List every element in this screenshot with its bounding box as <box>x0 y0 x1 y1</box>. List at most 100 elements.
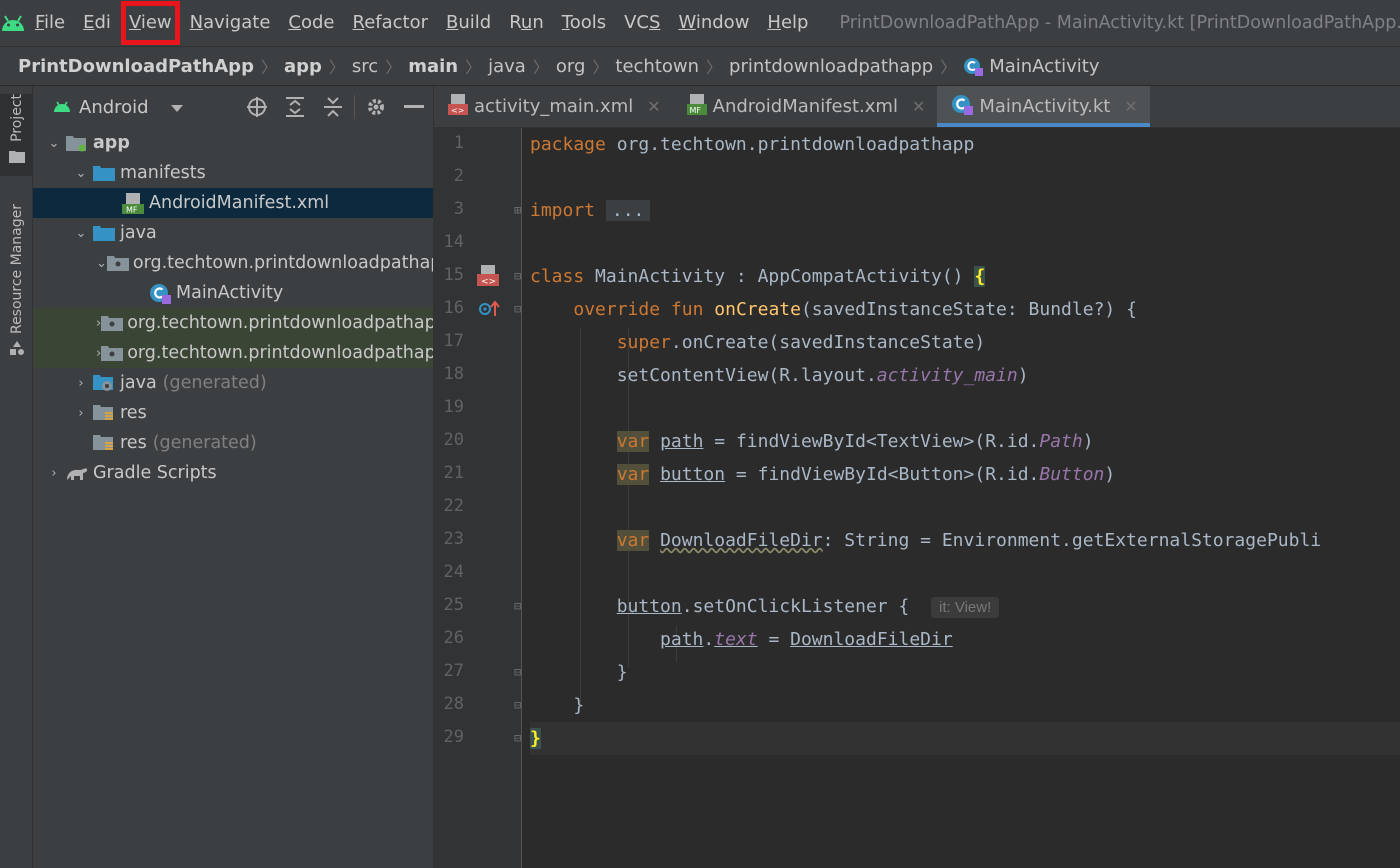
override-gutter-icon[interactable] <box>478 300 500 322</box>
chevron-right-icon[interactable]: › <box>70 376 92 391</box>
android-studio-logo-icon <box>0 0 26 46</box>
code-token: org.techtown.printdownloadpathapp <box>605 134 975 155</box>
chevron-right-icon: 〉 <box>385 58 402 77</box>
code-token: setOnClickListener <box>692 596 888 617</box>
project-tool-tab[interactable]: Project <box>0 94 33 176</box>
tree-item-java-generated[interactable]: › java (generated) <box>33 368 433 398</box>
code-token: MainActivity <box>595 266 726 287</box>
close-icon[interactable]: ✕ <box>1124 97 1137 116</box>
code-area[interactable]: package org.techtown.printdownloadpathap… <box>514 128 1400 868</box>
tree-item-gradle-scripts[interactable]: › Gradle Scripts <box>33 458 433 488</box>
menu-help[interactable]: Help <box>758 0 817 46</box>
tree-label-res-generated-suffix: (generated) <box>152 433 257 453</box>
package-folder-icon <box>101 313 124 333</box>
chevron-right-icon: 〉 <box>592 58 609 77</box>
chevron-down-icon[interactable]: ⌄ <box>43 136 65 151</box>
code-token: Path <box>1039 431 1083 452</box>
tree-item-package-main[interactable]: ⌄ org.techtown.printdownloadpathapp <box>33 248 433 278</box>
fold-end-icon[interactable]: ⊟ <box>514 689 526 722</box>
code-token: <Button>(R.id. <box>887 464 1040 485</box>
breadcrumb-project[interactable]: PrintDownloadPathApp <box>18 56 254 77</box>
folded-imports[interactable]: ... <box>605 200 651 221</box>
tree-item-main-activity[interactable]: MainActivity <box>33 278 433 308</box>
tab-activity-main-xml[interactable]: <> activity_main.xml ✕ <box>434 86 673 127</box>
collapse-all-icon[interactable] <box>314 86 352 128</box>
menu-run[interactable]: Run <box>500 0 553 46</box>
code-token: ) <box>1082 431 1094 452</box>
breadcrumb-class[interactable]: MainActivity <box>989 56 1099 77</box>
chevron-down-icon[interactable]: ⌄ <box>96 256 107 271</box>
code-line-17: super.onCreate(savedInstanceState) <box>530 326 985 359</box>
tree-item-res[interactable]: › res <box>33 398 433 428</box>
layout-gutter-icon[interactable]: <> <box>476 263 500 291</box>
menu-refactor[interactable]: Refactor <box>344 0 438 46</box>
code-token: } <box>616 662 628 683</box>
gear-icon[interactable] <box>357 86 395 128</box>
locate-file-icon[interactable] <box>238 86 276 128</box>
hide-panel-icon[interactable] <box>395 86 433 128</box>
line-number: 1 <box>453 133 464 153</box>
fold-end-icon[interactable]: ⊟ <box>514 722 526 755</box>
breadcrumb-techtown[interactable]: techtown <box>615 56 699 77</box>
tree-label-main-activity: MainActivity <box>176 283 284 303</box>
fold-end-icon[interactable]: ⊟ <box>514 656 526 689</box>
close-icon[interactable]: ✕ <box>647 97 660 116</box>
code-line-20: var path = findViewById<TextView>(R.id.P… <box>530 425 1094 458</box>
breadcrumb-java[interactable]: java <box>488 56 526 77</box>
tree-label-res-generated: res <box>120 433 147 453</box>
chevron-down-icon[interactable]: ⌄ <box>70 226 92 241</box>
menu-tools[interactable]: Tools <box>553 0 615 46</box>
dropdown-arrow-icon <box>170 97 183 118</box>
tab-main-activity-kt[interactable]: MainActivity.kt ✕ <box>937 86 1151 127</box>
chevron-right-icon[interactable]: › <box>43 466 65 481</box>
fold-plus-icon[interactable]: ⊞ <box>514 194 526 227</box>
project-view-label: Android <box>79 96 149 118</box>
code-token: . <box>703 629 715 650</box>
breadcrumb-org[interactable]: org <box>556 56 586 77</box>
matched-brace: { <box>974 266 986 287</box>
code-line-29: ⊟} <box>514 722 541 755</box>
menu-edit[interactable]: Edi <box>74 0 120 46</box>
breadcrumb-package[interactable]: printdownloadpathapp <box>729 56 933 77</box>
tree-label-android-manifest: AndroidManifest.xml <box>149 193 330 213</box>
tree-item-package-android-test[interactable]: › org.techtown.printdownloadpathapp <box>33 308 433 338</box>
code-token: (savedInstanceState: Bundle?) { <box>800 299 1137 320</box>
code-token: getExternalStoragePubli <box>1071 530 1322 551</box>
menu-vcs[interactable]: VCS <box>615 0 669 46</box>
tree-item-manifests[interactable]: ⌄ manifests <box>33 158 433 188</box>
code-token: var <box>616 431 650 452</box>
breadcrumb-src[interactable]: src <box>352 56 378 77</box>
project-view-select[interactable]: Android <box>53 97 183 118</box>
menu-code[interactable]: Code <box>279 0 343 46</box>
breadcrumb-main[interactable]: main <box>408 56 458 77</box>
tree-item-android-manifest[interactable]: MF AndroidManifest.xml <box>33 188 433 218</box>
menu-navigate[interactable]: Navigate <box>181 0 280 46</box>
line-number: 17 <box>443 331 464 351</box>
line-number: 16 <box>443 298 464 318</box>
kotlin-class-icon <box>963 56 984 76</box>
line-number: 23 <box>443 529 464 549</box>
breadcrumb-module[interactable]: app <box>284 56 322 77</box>
fold-minus-icon[interactable]: ⊟ <box>514 293 526 326</box>
menu-file[interactable]: File <box>26 0 74 46</box>
chevron-right-icon[interactable]: › <box>70 406 92 421</box>
menu-build[interactable]: Build <box>437 0 500 46</box>
tree-item-java[interactable]: ⌄ java <box>33 218 433 248</box>
close-icon[interactable]: ✕ <box>912 97 925 116</box>
resource-manager-tool-tab[interactable]: Resource Manager <box>0 204 33 374</box>
line-number: 21 <box>443 463 464 483</box>
fold-minus-icon[interactable]: ⊟ <box>514 590 526 623</box>
expand-all-icon[interactable] <box>276 86 314 128</box>
tab-android-manifest-xml[interactable]: MF AndroidManifest.xml ✕ <box>673 86 938 127</box>
chevron-down-icon[interactable]: ⌄ <box>70 166 92 181</box>
tree-item-package-test[interactable]: › org.techtown.printdownloadpathapp <box>33 338 433 368</box>
line-number: 29 <box>443 727 464 747</box>
menu-view[interactable]: View <box>120 0 181 46</box>
fold-minus-icon[interactable]: ⊟ <box>514 260 526 293</box>
tree-item-res-generated[interactable]: res (generated) <box>33 428 433 458</box>
layout-file-icon: <> <box>448 93 468 120</box>
code-token: <TextView>(R.id. <box>865 431 1040 452</box>
tree-item-app[interactable]: ⌄ app <box>33 128 433 158</box>
menu-window[interactable]: Window <box>669 0 758 46</box>
code-editor[interactable]: 1 2 3 14 15 16 17 18 19 20 21 22 23 24 2… <box>434 128 1400 868</box>
